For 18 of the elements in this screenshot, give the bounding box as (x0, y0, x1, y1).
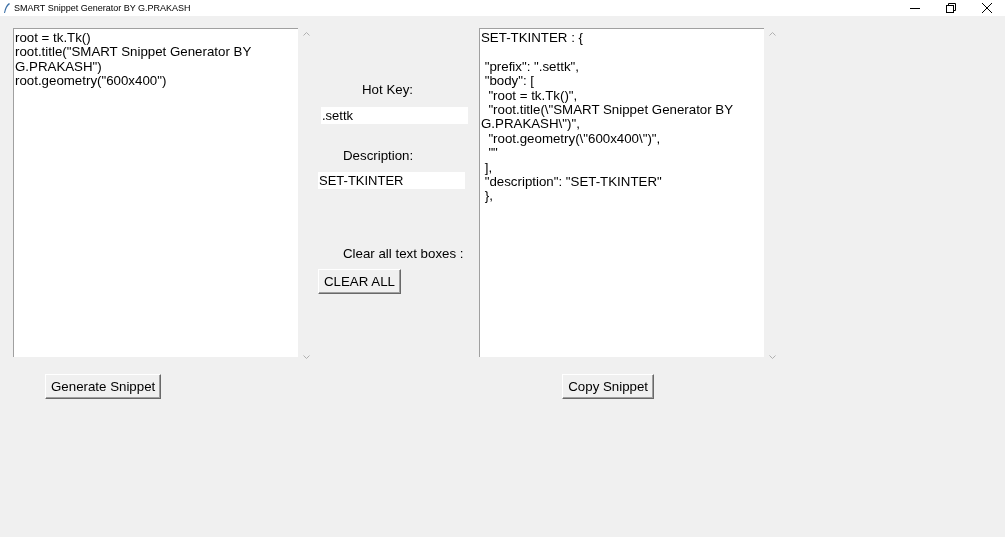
close-button[interactable] (982, 3, 992, 13)
hot-key-label: Hot Key: (362, 82, 413, 97)
scroll-down-icon[interactable] (302, 355, 310, 359)
description-label: Description: (343, 148, 414, 163)
clear-label: Clear all text boxes : (343, 246, 464, 261)
description-field[interactable]: SET-TKINTER (318, 172, 465, 189)
restore-button[interactable] (946, 3, 956, 13)
hot-key-field[interactable]: .settk (321, 107, 468, 124)
window-title: SMART Snippet Generator BY G.PRAKASH (14, 3, 192, 13)
scroll-up-icon[interactable] (768, 32, 776, 36)
scroll-up-icon[interactable] (302, 32, 310, 36)
snippet-text-area[interactable]: SET-TKINTER : { "prefix": ".settk", "body": [ "root = tk.Tk()", "root.title(\"SMART Snippet Generator BY G.PRAKASH\")", "root.geometry(\"600x400\")", "" ], "description": "SET-TKINTER" }, (479, 28, 764, 357)
copy-snippet-button[interactable]: Copy Snippet (562, 374, 655, 399)
clear-all-button[interactable]: CLEAR ALL (318, 269, 401, 294)
generate-snippet-button[interactable]: Generate Snippet (45, 374, 162, 399)
scroll-down-icon[interactable] (768, 355, 776, 359)
code-text-area[interactable]: root = tk.Tk() root.title("SMART Snippet Generator BY G.PRAKASH") root.geometry("600x400") (13, 28, 298, 357)
feather-icon (4, 3, 10, 13)
